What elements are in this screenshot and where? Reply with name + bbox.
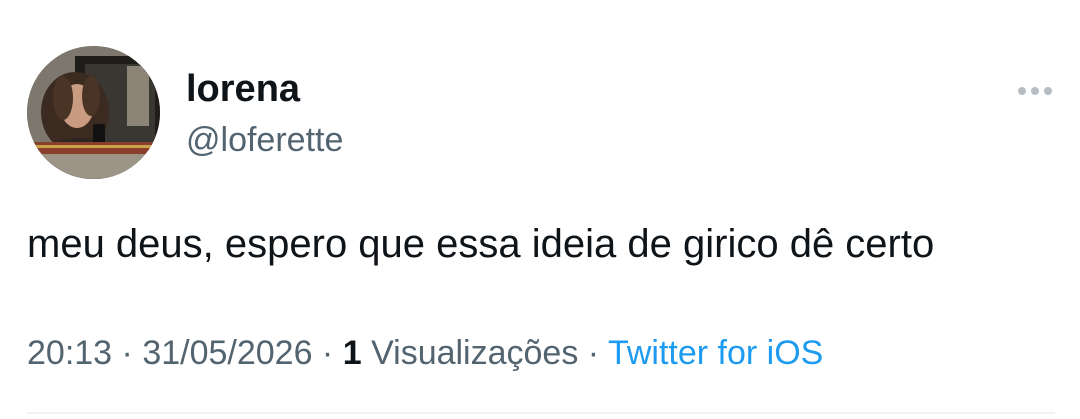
tweet-metadata: 20:13 · 31/05/2026 · 1 Visualizações · T… (27, 330, 823, 376)
separator: · (112, 334, 143, 372)
tweet-text: meu deus, espero que essa ideia de giric… (27, 222, 935, 266)
more-options-button[interactable] (1010, 78, 1060, 104)
avatar[interactable] (27, 46, 160, 179)
more-horizontal-icon (1018, 87, 1026, 95)
tweet-time[interactable]: 20:13 (27, 334, 112, 372)
tweet-source-link[interactable]: Twitter for iOS (608, 334, 823, 372)
more-horizontal-icon-dot (1044, 87, 1052, 95)
views-count[interactable]: 1 (343, 334, 362, 372)
separator: · (312, 334, 343, 372)
separator: · (578, 334, 608, 372)
views-label[interactable]: Visualizações (362, 334, 578, 372)
tweet-date[interactable]: 31/05/2026 (142, 334, 312, 372)
tweet-card: lorena @loferette meu deus, espero que e… (0, 0, 1080, 419)
divider (27, 412, 1055, 414)
more-horizontal-icon-dot (1031, 87, 1039, 95)
display-name[interactable]: lorena (186, 66, 300, 112)
username-handle[interactable]: @loferette (186, 119, 343, 161)
